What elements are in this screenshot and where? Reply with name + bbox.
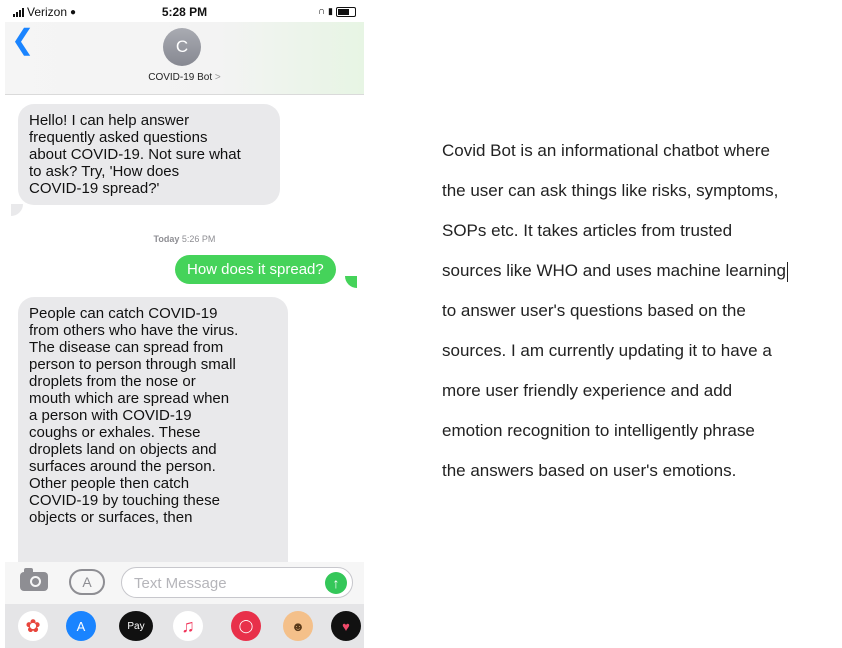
message-line: from others who have the virus. bbox=[29, 322, 239, 339]
description-line: more user friendly experience and add bbox=[442, 381, 733, 400]
search-images-app-icon[interactable]: ◯ bbox=[231, 611, 261, 641]
description-line: Covid Bot is an informational chatbot wh… bbox=[442, 141, 770, 160]
description-line: sources. I am currently updating it to h… bbox=[442, 341, 772, 360]
message-input-bar: A Text Message ↑ bbox=[5, 562, 364, 604]
digital-touch-app-icon[interactable]: ♥ bbox=[331, 611, 361, 641]
headphones-icon: ∩ bbox=[317, 6, 326, 17]
message-line: person to person through small bbox=[29, 356, 236, 373]
imessage-app-drawer: ✿ A Pay ♫ ◯ ☻ ♥ bbox=[5, 604, 364, 648]
message-timestamp: Today 5:26 PM bbox=[5, 234, 364, 244]
description-line: emotion recognition to intelligently phr… bbox=[442, 421, 755, 440]
message-line: Hello! I can help answer bbox=[29, 112, 190, 129]
send-arrow-icon[interactable]: ↑ bbox=[325, 572, 347, 594]
status-right: ∩ ▮ bbox=[318, 6, 356, 17]
description-line: the answers based on user's emotions. bbox=[442, 461, 737, 480]
message-line: People can catch COVID-19 bbox=[29, 305, 218, 322]
conversation-header: ❮ C COVID-19 Bot > bbox=[5, 22, 364, 95]
received-message-answer[interactable]: People can catch COVID-19 from others wh… bbox=[18, 297, 288, 585]
status-bar: Verizon ● 5:28 PM ∩ ▮ bbox=[5, 0, 364, 22]
message-text-field[interactable]: Text Message ↑ bbox=[121, 567, 353, 598]
timestamp-time: 5:26 PM bbox=[181, 234, 216, 244]
timestamp-day: Today bbox=[153, 234, 180, 244]
description-line: sources like WHO and uses machine learni… bbox=[442, 251, 834, 291]
description-line: to answer user's questions based on the bbox=[442, 301, 746, 320]
message-line: droplets land on objects and bbox=[29, 441, 217, 458]
apple-pay-label: Pay bbox=[127, 620, 145, 632]
music-app-icon[interactable]: ♫ bbox=[173, 611, 203, 641]
contact-avatar[interactable]: C bbox=[163, 28, 201, 66]
description-line: SOPs etc. It takes articles from trusted bbox=[442, 221, 733, 240]
contact-name: COVID-19 Bot bbox=[148, 72, 213, 83]
apple-pay-icon[interactable]: Pay bbox=[119, 611, 153, 641]
message-line: coughs or exhales. These bbox=[29, 424, 201, 441]
memoji-app-icon[interactable]: ☻ bbox=[283, 611, 313, 641]
message-line: droplets from the nose or bbox=[29, 373, 196, 390]
app-store-app-icon[interactable]: A bbox=[66, 611, 96, 641]
bubble-tail bbox=[345, 276, 357, 288]
photos-app-icon[interactable]: ✿ bbox=[18, 611, 48, 641]
message-line: The disease can spread from bbox=[29, 339, 224, 356]
received-message-greeting[interactable]: Hello! I can help answer frequently aske… bbox=[18, 104, 280, 205]
message-line: about COVID-19. Not sure what bbox=[29, 146, 241, 163]
message-placeholder: Text Message bbox=[134, 575, 227, 592]
project-description: Covid Bot is an informational chatbot wh… bbox=[442, 131, 834, 491]
contact-name-link[interactable]: COVID-19 Bot > bbox=[5, 72, 364, 83]
back-chevron-icon[interactable]: ❮ bbox=[11, 26, 34, 54]
camera-icon[interactable] bbox=[20, 568, 48, 591]
message-line: a person with COVID-19 bbox=[29, 407, 192, 424]
message-line: to ask? Try, 'How does bbox=[29, 163, 180, 180]
message-line: frequently asked questions bbox=[29, 129, 208, 146]
description-line: the user can ask things like risks, symp… bbox=[442, 181, 779, 200]
sent-message[interactable]: How does it spread? bbox=[175, 255, 336, 284]
chevron-right-icon: > bbox=[214, 72, 221, 83]
phone-screenshot: Verizon ● 5:28 PM ∩ ▮ ❮ C COVID-19 Bot >… bbox=[5, 0, 364, 648]
message-line: objects or surfaces, then bbox=[29, 509, 193, 526]
message-line: surfaces around the person. bbox=[29, 458, 216, 475]
status-time: 5:28 PM bbox=[161, 5, 208, 19]
bubble-tail bbox=[11, 204, 23, 216]
orientation-lock-icon: ▮ bbox=[328, 6, 333, 16]
battery-icon bbox=[336, 6, 356, 17]
app-store-icon[interactable]: A bbox=[69, 569, 105, 595]
message-line: Other people then catch bbox=[29, 475, 190, 492]
message-line: mouth which are spread when bbox=[29, 390, 230, 407]
message-line: COVID-19 spread?' bbox=[29, 180, 160, 197]
message-line: COVID-19 by touching these bbox=[29, 492, 220, 509]
